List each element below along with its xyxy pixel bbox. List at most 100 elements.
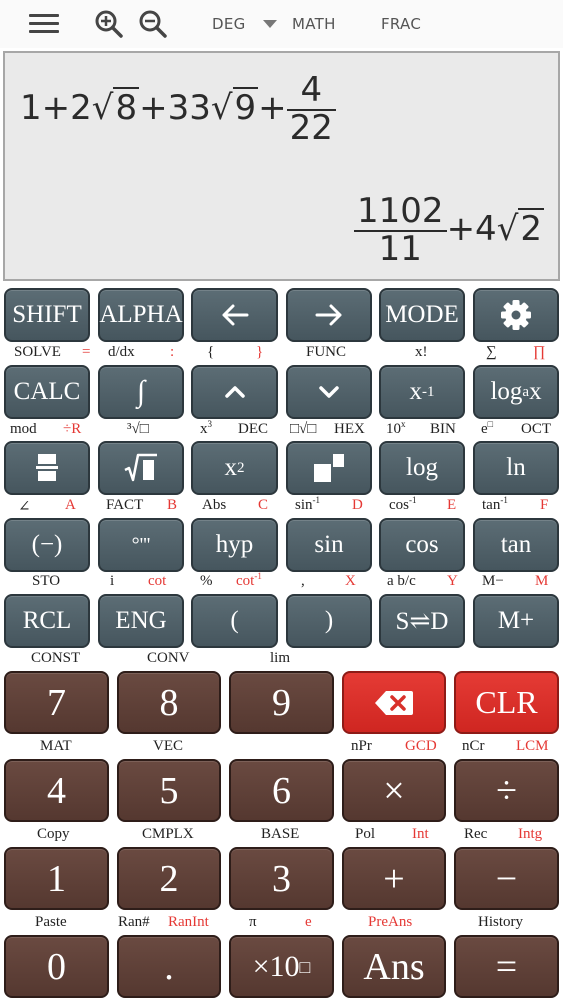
fraction-button[interactable] — [4, 441, 90, 495]
decimal-button[interactable]: . — [117, 935, 221, 998]
digit-6-button[interactable]: 6 — [229, 759, 334, 822]
input-mode[interactable]: MATH — [292, 15, 336, 33]
zoom-in-icon[interactable] — [92, 8, 126, 40]
integral-button[interactable]: ∫ — [98, 365, 184, 419]
left-arrow-button[interactable] — [191, 288, 278, 342]
result-mode[interactable]: FRAC — [381, 15, 421, 33]
tan-button[interactable]: tan — [473, 518, 559, 572]
label-ncr: nCr — [462, 738, 485, 754]
inverse-base: x — [409, 378, 423, 405]
label-acos: cos-1 — [389, 495, 417, 514]
hyp-button[interactable]: hyp — [191, 518, 278, 572]
calc-button[interactable]: CALC — [4, 365, 90, 419]
divide-button[interactable]: ÷ — [454, 759, 559, 822]
caret-down-icon[interactable] — [263, 20, 277, 28]
down-button[interactable] — [286, 365, 372, 419]
clear-button[interactable]: CLR — [454, 671, 559, 734]
dms-button[interactable]: °''' — [98, 518, 184, 572]
sin-button[interactable]: sin — [286, 518, 372, 572]
square-button[interactable]: x2 — [191, 441, 278, 495]
right-paren-button[interactable]: ) — [286, 594, 372, 648]
backspace-button[interactable] — [342, 671, 446, 734]
atan-exp: -1 — [500, 495, 508, 505]
digit-9-button[interactable]: 9 — [229, 671, 334, 734]
label-oct: OCT — [521, 421, 551, 437]
left-arrow-icon — [222, 304, 248, 326]
label-sto: STO — [32, 573, 61, 589]
shift-button[interactable]: SHIFT — [4, 288, 90, 342]
chevron-down-icon — [319, 386, 339, 398]
asin-exp: -1 — [312, 495, 321, 505]
log-x: x — [529, 378, 542, 405]
negative-button[interactable]: (−) — [4, 518, 90, 572]
rcl-button[interactable]: RCL — [4, 594, 90, 648]
zoom-out-icon[interactable] — [136, 8, 170, 40]
digit-7-button[interactable]: 7 — [4, 671, 109, 734]
power-button[interactable] — [286, 441, 372, 495]
label-angle: ∠ — [18, 499, 31, 515]
acot-exp: -1 — [254, 571, 262, 581]
label-func: FUNC — [306, 344, 347, 360]
ten-exp: x — [401, 419, 406, 429]
label-e-power: e□ — [481, 420, 493, 438]
times-ten-power-button[interactable]: ×10 □ — [229, 935, 334, 998]
backspace-icon — [375, 690, 413, 715]
digit-4-button[interactable]: 4 — [4, 759, 109, 822]
sqrt-button[interactable] — [98, 441, 184, 495]
digit-0-button[interactable]: 0 — [4, 935, 109, 998]
acos-text: cos — [389, 497, 409, 513]
digit-8-button[interactable]: 8 — [117, 671, 221, 734]
digit-1-button[interactable]: 1 — [4, 847, 109, 910]
minus-button[interactable]: − — [454, 847, 559, 910]
cos-button[interactable]: cos — [379, 518, 465, 572]
digit-3-button[interactable]: 3 — [229, 847, 334, 910]
label-abs: Abs — [202, 497, 227, 513]
label-pol: Pol — [355, 826, 376, 842]
eng-button[interactable]: ENG — [98, 594, 184, 648]
label-rbrace: } — [256, 344, 264, 360]
log-base-button[interactable]: log a x — [473, 365, 559, 419]
chevron-up-icon — [224, 386, 245, 398]
label-bin: BIN — [430, 421, 456, 437]
expression-line: 1+2√8+33√9+ 4 22 — [20, 72, 336, 146]
up-button[interactable] — [191, 365, 278, 419]
multiply-button[interactable]: × — [342, 759, 446, 822]
inverse-button[interactable]: x -1 — [379, 365, 465, 419]
left-paren-button[interactable]: ( — [191, 594, 278, 648]
digit-5-button[interactable]: 5 — [117, 759, 221, 822]
numerator: 1102 — [354, 193, 447, 232]
log-text: log — [490, 378, 523, 405]
label-ten-power: 10x — [386, 419, 406, 438]
label-D: D — [352, 497, 363, 513]
label-ddx: d/dx — [108, 344, 135, 360]
label-mat: MAT — [40, 738, 72, 754]
m-plus-button[interactable]: M+ — [473, 594, 559, 648]
digit-2-button[interactable]: 2 — [117, 847, 221, 910]
ln-button[interactable]: ln — [473, 441, 559, 495]
alpha-button[interactable]: ALPHA — [98, 288, 184, 342]
label-comma: , — [301, 573, 305, 589]
label-nthroot: □√□ — [290, 421, 317, 437]
settings-button[interactable] — [473, 288, 559, 342]
label-cube: x3 — [200, 420, 212, 438]
sqrt-icon — [124, 453, 157, 482]
ans-button[interactable]: Ans — [342, 935, 446, 998]
label-const: CONST — [31, 650, 81, 666]
plus-button[interactable]: + — [342, 847, 446, 910]
label-cot: cot — [148, 573, 167, 589]
radicand: 9 — [232, 87, 259, 129]
right-arrow-button[interactable] — [286, 288, 372, 342]
mode-button[interactable]: MODE — [379, 288, 465, 342]
equals-button[interactable]: = — [454, 935, 559, 998]
label-i: i — [110, 573, 115, 589]
log-button[interactable]: log — [379, 441, 465, 495]
square-base: x — [224, 454, 238, 481]
calculator-display[interactable]: 1+2√8+33√9+ 4 22 1102 11 +4√2 — [3, 51, 560, 281]
s-to-d-button[interactable]: S⇌D — [379, 594, 465, 648]
label-rec: Rec — [464, 826, 488, 842]
menu-icon[interactable] — [27, 8, 61, 40]
angle-mode[interactable]: DEG — [212, 15, 246, 33]
label-gcd: GCD — [405, 738, 437, 754]
label-X: X — [345, 573, 356, 589]
acos-exp: -1 — [409, 495, 417, 505]
